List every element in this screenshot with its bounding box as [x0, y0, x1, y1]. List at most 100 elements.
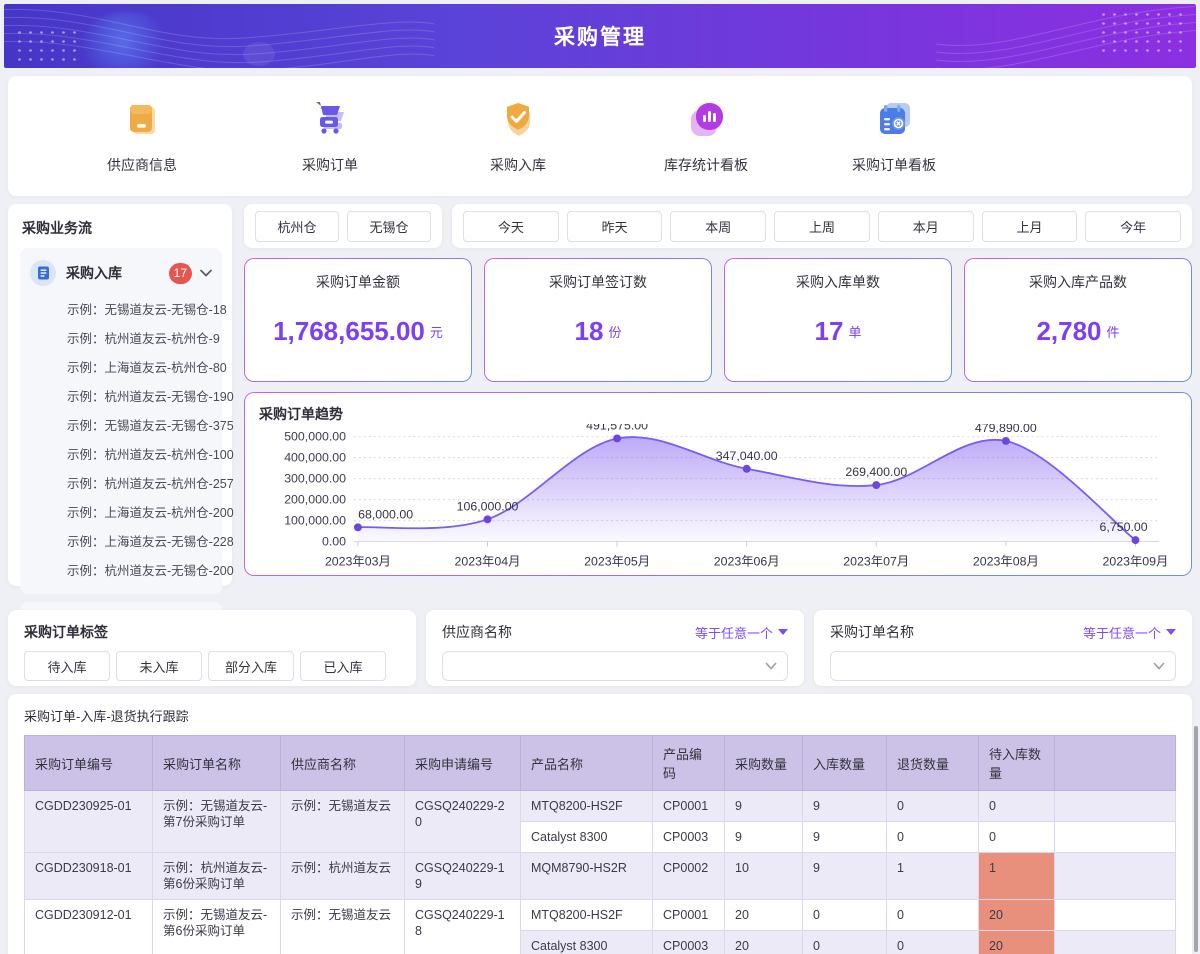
svg-text:2023年04月: 2023年04月: [455, 554, 521, 568]
kpi-value: 1,768,655.00: [273, 316, 425, 347]
cell-return-qty: 0: [887, 822, 979, 853]
sidebar-list-item[interactable]: 示例：杭州道友云-杭州仓-100: [20, 439, 222, 468]
kpi-card: 采购订单签订数18份: [484, 258, 712, 382]
kpi-value-wrap: 17单: [815, 292, 862, 381]
kpi-unit: 份: [608, 322, 621, 341]
quick-link-inventory-stats[interactable]: 库存统计看板: [612, 98, 800, 175]
cell-return-qty: 0: [887, 900, 979, 931]
svg-text:2023年03月: 2023年03月: [325, 554, 391, 568]
table-column-header: 产品编码: [653, 736, 725, 791]
order-operator-dropdown[interactable]: 等于任意一个: [1083, 623, 1176, 642]
kpi-value-wrap: 18份: [575, 292, 622, 381]
supplier-name-filter-card: 供应商名称 等于任意一个: [426, 610, 804, 686]
date-filter-button[interactable]: 昨天: [567, 211, 663, 242]
cell-product-name: Catalyst 8300: [521, 822, 653, 853]
svg-text:400,000.00: 400,000.00: [284, 451, 346, 465]
date-filter-card: 今天昨天本周上周本月上月今年: [452, 204, 1192, 248]
sidebar-list-item[interactable]: 示例：杭州道友云-无锡仓-190: [20, 381, 222, 410]
table-column-header: 待入库数量: [979, 736, 1055, 791]
sidebar-list-item[interactable]: 示例：上海道友云-杭州仓-200: [20, 497, 222, 526]
sidebar-list-item[interactable]: 示例：杭州道友云-杭州仓-9: [20, 323, 222, 352]
order-filter-label: 采购订单名称: [830, 622, 914, 642]
tracking-table-card: 采购订单-入库-退货执行跟踪 采购订单编号采购订单名称供应商名称采购申请编号产品…: [8, 694, 1192, 954]
warehouse-tab-button[interactable]: 杭州仓: [255, 211, 339, 242]
sidebar-list-item[interactable]: 示例：杭州道友云-杭州仓-257: [20, 468, 222, 497]
cell-pending-qty: 0: [979, 791, 1055, 822]
table-row: CGDD230925-01示例：无锡道友云-第7份采购订单示例：无锡道友云CGS…: [25, 791, 1176, 822]
table-header-row: 采购订单编号采购订单名称供应商名称采购申请编号产品名称产品编码采购数量入库数量退…: [25, 736, 1176, 791]
quick-link-label: 库存统计看板: [664, 155, 748, 175]
order-name-select[interactable]: [830, 651, 1176, 681]
page-vertical-scrollbar[interactable]: [1194, 726, 1198, 952]
cell-pending-qty: 1: [979, 853, 1055, 900]
kpi-value: 2,780: [1036, 316, 1101, 347]
sidebar-item-list: 示例：无锡道友云-无锡仓-18示例：杭州道友云-杭州仓-9示例：上海道友云-杭州…: [20, 292, 222, 588]
table-column-header: 产品名称: [521, 736, 653, 791]
quick-link-purchase-cart[interactable]: 采购订单: [236, 98, 424, 175]
count-badge: 17: [169, 263, 192, 284]
quick-link-label: 采购入库: [490, 155, 546, 175]
cell-purchase-qty: 20: [725, 900, 803, 931]
sidebar-list-item[interactable]: 示例：无锡道友云-无锡仓-18: [20, 294, 222, 323]
triangle-down-icon: [778, 629, 788, 635]
inbound-shield-icon: [497, 98, 539, 145]
kpi-card: 采购入库产品数2,780件: [964, 258, 1192, 382]
order-name-filter-card: 采购订单名称 等于任意一个: [814, 610, 1192, 686]
sidebar-list-item[interactable]: 示例：杭州道友云-无锡仓-200: [20, 555, 222, 584]
cell-inbound-qty: 0: [803, 900, 887, 931]
document-icon: [30, 260, 56, 286]
date-filter-button[interactable]: 今年: [1085, 211, 1181, 242]
svg-text:200,000.00: 200,000.00: [284, 493, 346, 507]
sidebar-list-item[interactable]: 示例：上海道友云-无锡仓-228: [20, 526, 222, 555]
svg-text:0.00: 0.00: [322, 535, 346, 549]
cell-order-number: CGDD230925-01: [25, 791, 153, 853]
cell-order-number: CGDD230918-01: [25, 853, 153, 900]
kpi-title: 采购入库单数: [796, 272, 880, 292]
banner-dot-grid-left: [14, 28, 80, 62]
supplier-operator-dropdown[interactable]: 等于任意一个: [695, 623, 788, 642]
kpi-unit: 件: [1107, 322, 1120, 341]
sidebar-group-header[interactable]: 采购入库17: [20, 254, 222, 292]
cell-product-name: MTQ8200-HS2F: [521, 900, 653, 931]
quick-link-inbound-shield[interactable]: 采购入库: [424, 98, 612, 175]
date-filter-button[interactable]: 今天: [463, 211, 559, 242]
svg-text:2023年08月: 2023年08月: [973, 554, 1039, 568]
quick-link-order-board-calendar[interactable]: 采购订单看板: [800, 98, 988, 175]
order-board-calendar-icon: [873, 98, 915, 145]
date-filter-button[interactable]: 本月: [878, 211, 974, 242]
cell-product-name: Catalyst 8300: [521, 931, 653, 954]
cell-supplier-name: 示例：无锡道友云: [281, 900, 405, 954]
date-filter-button[interactable]: 本周: [670, 211, 766, 242]
supplier-select[interactable]: [442, 651, 788, 681]
cell-request-number: CGSQ240229-20: [405, 791, 521, 853]
sidebar-list-item[interactable]: 示例：上海道友云-杭州仓-80: [20, 352, 222, 381]
cell-order-name: 示例：杭州道友云-第6份采购订单: [153, 853, 281, 900]
table-column-header: 退货数量: [887, 736, 979, 791]
svg-text:6,750.00: 6,750.00: [1100, 520, 1148, 534]
svg-text:500,000.00: 500,000.00: [284, 430, 346, 444]
tracking-table: 采购订单编号采购订单名称供应商名称采购申请编号产品名称产品编码采购数量入库数量退…: [24, 735, 1176, 954]
svg-text:2023年06月: 2023年06月: [714, 554, 780, 568]
order-tag-button[interactable]: 待入库: [24, 651, 110, 681]
cell-order-name: 示例：无锡道友云-第6份采购订单: [153, 900, 281, 954]
order-tag-button[interactable]: 部分入库: [208, 651, 294, 681]
cell-request-number: CGSQ240229-18: [405, 900, 521, 954]
tracking-table-title: 采购订单-入库-退货执行跟踪: [24, 706, 1176, 725]
date-filter-button[interactable]: 上月: [982, 211, 1078, 242]
cell-purchase-qty: 10: [725, 853, 803, 900]
order-tag-button[interactable]: 已入库: [300, 651, 386, 681]
sidebar-list-item[interactable]: 示例：无锡道友云-无锡仓-375: [20, 410, 222, 439]
cell-empty: [1055, 791, 1176, 822]
date-filter-button[interactable]: 上周: [774, 211, 870, 242]
kpi-card: 采购入库单数17单: [724, 258, 952, 382]
order-tag-button[interactable]: 未入库: [116, 651, 202, 681]
quick-link-label: 供应商信息: [107, 155, 177, 175]
kpi-value: 18: [575, 316, 604, 347]
cell-order-number: CGDD230912-01: [25, 900, 153, 954]
quick-link-supplier-folder[interactable]: 供应商信息: [48, 98, 236, 175]
sidebar-group-inbound: 采购入库17示例：无锡道友云-无锡仓-18示例：杭州道友云-杭州仓-9示例：上海…: [20, 248, 222, 594]
cell-product-code: CP0003: [653, 822, 725, 853]
chart-title: 采购订单趋势: [259, 404, 1177, 424]
warehouse-tab-button[interactable]: 无锡仓: [347, 211, 431, 242]
svg-text:300,000.00: 300,000.00: [284, 472, 346, 486]
